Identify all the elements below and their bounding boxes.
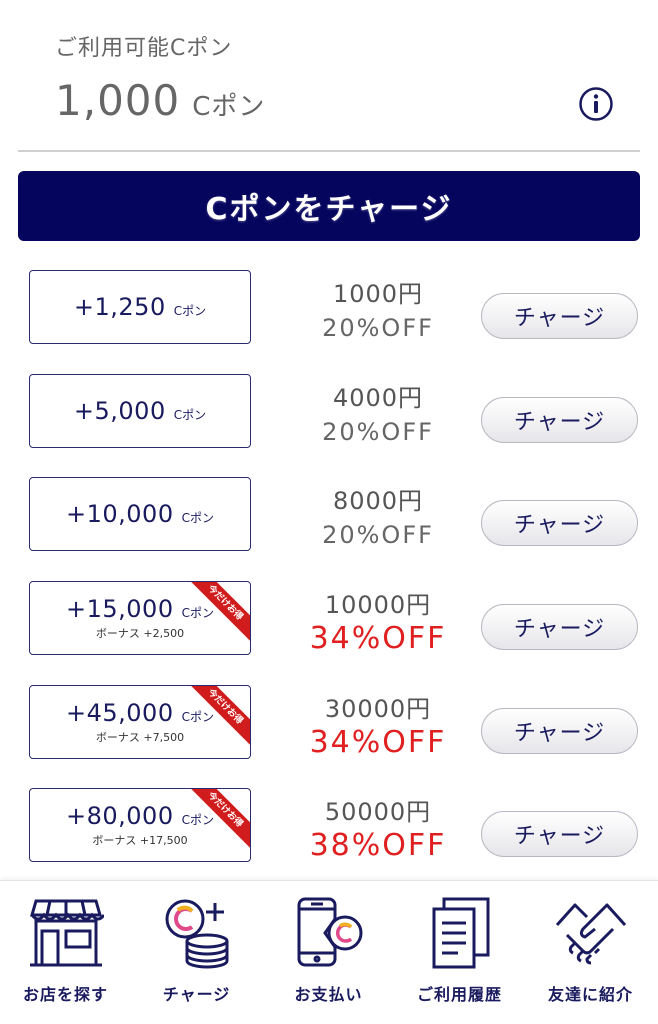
plan-unit: Cポン bbox=[181, 813, 214, 827]
plan-row: +80,000 Cポン ボーナス +17,500 今だけお得 50000円 38… bbox=[0, 788, 658, 878]
plan-discount: 20%OFF bbox=[322, 314, 434, 342]
balance-unit: Cポン bbox=[192, 92, 266, 122]
plan-amount: +80,000 bbox=[66, 802, 174, 830]
plan-amount: +45,000 bbox=[66, 699, 174, 727]
plan-amount-box: +10,000 Cポン bbox=[29, 477, 251, 551]
tab-label: 友達に紹介 bbox=[547, 985, 633, 1004]
tab-label: チャージ bbox=[162, 985, 231, 1004]
charge-button[interactable]: チャージ bbox=[481, 500, 638, 546]
plan-unit: Cポン bbox=[181, 606, 214, 620]
charge-button[interactable]: チャージ bbox=[481, 397, 638, 443]
history-document-icon bbox=[432, 897, 490, 969]
plan-price: 4000円 bbox=[332, 384, 424, 412]
charge-header: Cポンをチャージ bbox=[18, 171, 640, 241]
plan-unit: Cポン bbox=[173, 408, 207, 422]
coin-charge-icon bbox=[165, 899, 229, 969]
tab-label: お店を探す bbox=[22, 985, 108, 1004]
tab-find-store[interactable]: お店を探す bbox=[0, 881, 131, 1024]
tab-label: ご利用履歴 bbox=[416, 985, 502, 1004]
tab-charge[interactable]: チャージ bbox=[131, 881, 262, 1024]
plan-bonus: ボーナス +7,500 bbox=[95, 731, 185, 744]
plan-row: +10,000 Cポン 8000円 20%OFF チャージ bbox=[0, 477, 658, 567]
plan-row: +1,250 Cポン 1000円 20%OFF チャージ bbox=[0, 270, 658, 360]
plan-amount-box: +80,000 Cポン ボーナス +17,500 今だけお得 bbox=[29, 788, 251, 862]
plan-amount-box: +15,000 Cポン ボーナス +2,500 今だけお得 bbox=[29, 581, 251, 655]
store-icon bbox=[30, 899, 104, 967]
plan-discount: 20%OFF bbox=[322, 521, 434, 549]
balance-display: 1,000 Cポン bbox=[55, 76, 265, 125]
plan-row: +5,000 Cポン 4000円 20%OFF チャージ bbox=[0, 374, 658, 464]
plan-price: 8000円 bbox=[332, 487, 424, 515]
plan-row: +45,000 Cポン ボーナス +7,500 今だけお得 30000円 34%… bbox=[0, 685, 658, 775]
plan-discount: 20%OFF bbox=[322, 418, 434, 446]
tab-refer-friend[interactable]: 友達に紹介 bbox=[525, 881, 656, 1024]
plan-row: +15,000 Cポン ボーナス +2,500 今だけお得 10000円 34%… bbox=[0, 581, 658, 671]
charge-button[interactable]: チャージ bbox=[481, 811, 638, 857]
charge-button[interactable]: チャージ bbox=[481, 708, 638, 754]
plan-amount: +10,000 bbox=[66, 500, 174, 528]
plan-amount-box: +5,000 Cポン bbox=[29, 374, 251, 448]
tab-label: お支払い bbox=[294, 985, 363, 1004]
plan-amount: +1,250 bbox=[73, 293, 166, 321]
plan-bonus: ボーナス +2,500 bbox=[95, 627, 185, 640]
balance-amount: 1,000 bbox=[55, 76, 181, 125]
tab-payment[interactable]: お支払い bbox=[263, 881, 394, 1024]
bottom-tab-bar: お店を探す チャージ お支払い ご利用履歴 友達に紹介 bbox=[0, 880, 658, 1024]
plan-price: 30000円 bbox=[324, 695, 432, 723]
plan-unit: Cポン bbox=[181, 710, 214, 724]
plan-price: 10000円 bbox=[324, 591, 432, 619]
plan-price: 50000円 bbox=[324, 798, 432, 826]
info-icon[interactable] bbox=[578, 86, 614, 122]
divider bbox=[18, 150, 640, 152]
phone-pay-icon bbox=[297, 897, 363, 967]
charge-button[interactable]: チャージ bbox=[481, 293, 638, 339]
plan-amount-box: +1,250 Cポン bbox=[29, 270, 251, 344]
tab-history[interactable]: ご利用履歴 bbox=[394, 881, 525, 1024]
plan-amount: +15,000 bbox=[66, 595, 174, 623]
plan-unit: Cポン bbox=[181, 511, 214, 525]
plan-discount: 38%OFF bbox=[309, 828, 447, 863]
plan-amount: +5,000 bbox=[73, 397, 166, 425]
plan-bonus: ボーナス +17,500 bbox=[92, 834, 188, 847]
handshake-icon bbox=[555, 903, 627, 965]
plan-discount: 34%OFF bbox=[309, 621, 447, 656]
charge-button[interactable]: チャージ bbox=[481, 604, 638, 650]
plan-price: 1000円 bbox=[332, 280, 424, 308]
plan-unit: Cポン bbox=[173, 304, 207, 318]
plan-discount: 34%OFF bbox=[309, 725, 447, 760]
balance-label: ご利用可能Cポン bbox=[55, 36, 233, 61]
plan-amount-box: +45,000 Cポン ボーナス +7,500 今だけお得 bbox=[29, 685, 251, 759]
